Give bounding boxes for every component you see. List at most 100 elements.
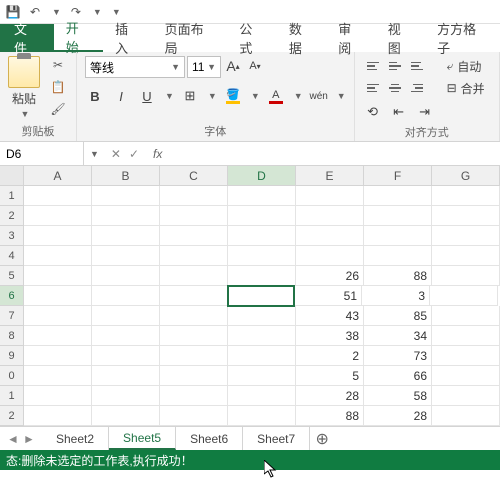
merge-button[interactable]: ⊟合并 [447, 78, 485, 98]
fill-dropdown-icon[interactable]: ▼ [251, 91, 260, 101]
cell[interactable] [24, 206, 92, 226]
border-icon[interactable]: ⊞ [180, 86, 200, 106]
cell[interactable] [228, 186, 296, 206]
cell[interactable] [160, 366, 228, 386]
cell[interactable] [92, 266, 160, 286]
font-family-select[interactable]: 等线▼ [85, 56, 185, 78]
menu-tab-7[interactable]: 方方格子 [425, 24, 500, 52]
italic-button[interactable]: I [111, 86, 131, 106]
cell[interactable] [24, 346, 92, 366]
cell[interactable]: 34 [364, 326, 432, 346]
column-header[interactable]: C [160, 166, 228, 185]
cell[interactable]: 43 [296, 306, 364, 326]
align-top-icon[interactable] [363, 56, 383, 76]
cell[interactable] [24, 326, 92, 346]
cell[interactable] [24, 386, 92, 406]
cell[interactable] [92, 386, 160, 406]
menu-tab-1[interactable]: 插入 [103, 24, 152, 52]
file-menu[interactable]: 文件 [0, 24, 54, 52]
cell[interactable] [24, 226, 92, 246]
align-right-icon[interactable] [407, 78, 427, 98]
cell[interactable] [296, 246, 364, 266]
paste-label[interactable]: 粘贴 [12, 90, 36, 107]
cell[interactable] [432, 246, 500, 266]
cell[interactable] [160, 346, 228, 366]
menu-tab-0[interactable]: 开始 [54, 24, 103, 52]
cell[interactable] [160, 266, 228, 286]
cancel-formula-icon[interactable]: ✕ [111, 147, 121, 161]
cell[interactable] [160, 306, 228, 326]
save-icon[interactable]: 💾 [6, 5, 20, 19]
align-middle-icon[interactable] [385, 56, 405, 76]
font-size-select[interactable]: 11▼ [187, 56, 221, 78]
cell[interactable]: 38 [296, 326, 364, 346]
row-header[interactable]: 5 [0, 266, 24, 286]
redo-dropdown-icon[interactable]: ▼ [93, 7, 102, 17]
sheet-tab[interactable]: Sheet5 [109, 427, 176, 450]
cell[interactable] [364, 186, 432, 206]
sheet-tab[interactable]: Sheet7 [243, 427, 310, 450]
cell[interactable] [432, 386, 500, 406]
bold-button[interactable]: B [85, 86, 105, 106]
cell[interactable]: 88 [296, 406, 364, 426]
cell[interactable] [92, 186, 160, 206]
align-center-icon[interactable] [385, 78, 405, 98]
cell[interactable] [228, 386, 296, 406]
border-dropdown-icon[interactable]: ▼ [208, 91, 217, 101]
cell[interactable] [92, 406, 160, 426]
cell[interactable] [228, 266, 296, 286]
column-header[interactable]: E [296, 166, 364, 185]
cell[interactable]: 28 [296, 386, 364, 406]
cell[interactable] [296, 226, 364, 246]
row-header[interactable]: 8 [0, 326, 24, 346]
tab-nav-next-icon[interactable]: ► [22, 432, 36, 446]
menu-tab-6[interactable]: 视图 [376, 24, 425, 52]
cell[interactable] [24, 366, 92, 386]
cell[interactable] [24, 406, 92, 426]
add-sheet-button[interactable]: ⊕ [310, 429, 334, 449]
decrease-indent-icon[interactable]: ⇤ [389, 102, 409, 122]
paste-dropdown-icon[interactable]: ▼ [21, 109, 30, 119]
cell[interactable] [92, 286, 160, 306]
qat-customize-icon[interactable]: ▼ [112, 7, 121, 17]
cell[interactable]: 85 [364, 306, 432, 326]
namebox-dropdown-icon[interactable]: ▼ [86, 149, 103, 159]
format-painter-icon[interactable]: 🖌 [48, 100, 68, 118]
cell[interactable] [92, 206, 160, 226]
cell[interactable]: 66 [364, 366, 432, 386]
select-all-corner[interactable] [0, 166, 24, 185]
cell[interactable] [160, 186, 228, 206]
cell[interactable] [92, 366, 160, 386]
cell[interactable]: 58 [364, 386, 432, 406]
cell[interactable] [160, 286, 228, 306]
cell[interactable] [227, 285, 295, 307]
cell[interactable] [228, 326, 296, 346]
fill-color-icon[interactable]: 🪣 [223, 86, 243, 106]
cell[interactable] [24, 306, 92, 326]
row-header[interactable]: 1 [0, 386, 24, 406]
row-header[interactable]: 9 [0, 346, 24, 366]
cell[interactable] [296, 206, 364, 226]
column-header[interactable]: D [228, 166, 296, 185]
wrap-text-button[interactable]: ⤶自动 [447, 56, 485, 76]
phonetic-icon[interactable]: wén [309, 86, 329, 106]
undo-dropdown-icon[interactable]: ▼ [52, 7, 61, 17]
cell[interactable]: 26 [296, 266, 364, 286]
cell[interactable] [92, 346, 160, 366]
cell[interactable] [432, 226, 500, 246]
cell[interactable]: 3 [362, 286, 430, 306]
copy-icon[interactable]: 📋 [48, 78, 68, 96]
cell[interactable] [296, 186, 364, 206]
cell[interactable]: 51 [294, 286, 362, 306]
cell[interactable] [160, 406, 228, 426]
menu-tab-3[interactable]: 公式 [227, 24, 276, 52]
cell[interactable] [432, 306, 500, 326]
align-bottom-icon[interactable] [407, 56, 427, 76]
column-header[interactable]: G [432, 166, 500, 185]
enter-formula-icon[interactable]: ✓ [129, 147, 139, 161]
cell[interactable] [24, 286, 92, 306]
column-header[interactable]: F [364, 166, 432, 185]
name-box[interactable]: D6 [0, 142, 84, 165]
row-header[interactable]: 4 [0, 246, 24, 266]
cell[interactable]: 5 [296, 366, 364, 386]
